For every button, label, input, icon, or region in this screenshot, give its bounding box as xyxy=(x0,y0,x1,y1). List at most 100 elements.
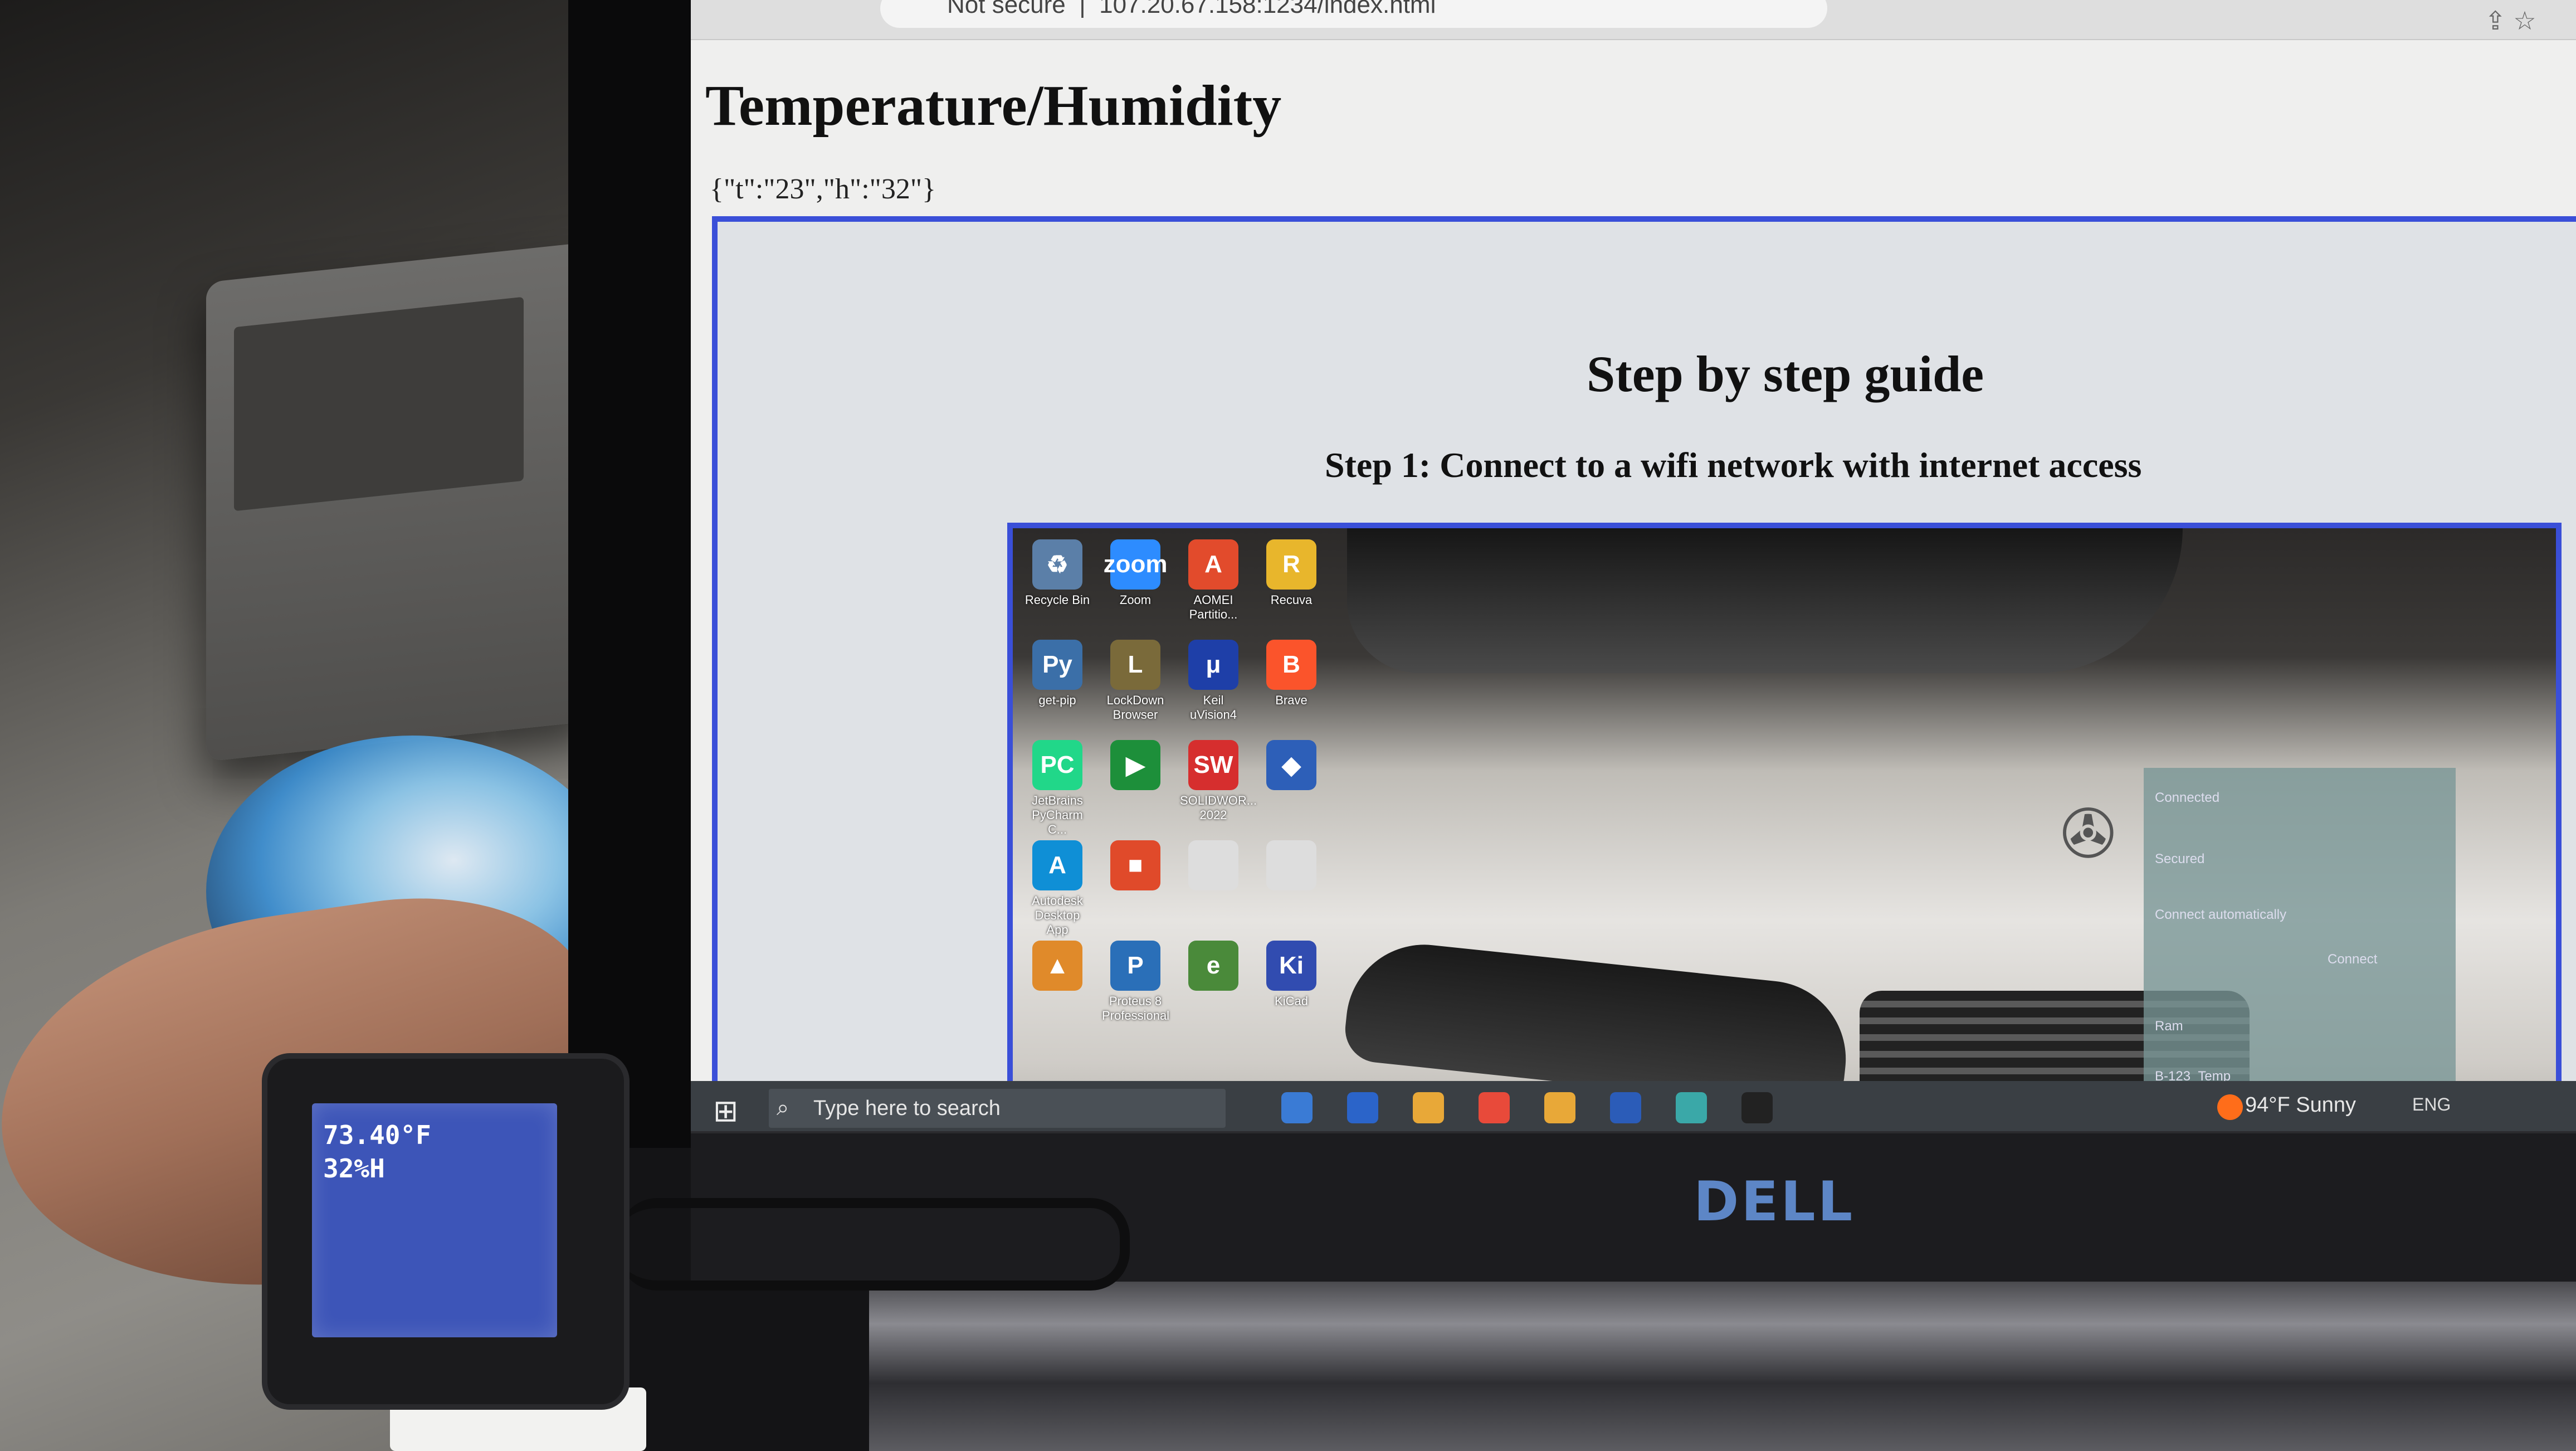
desktop-icon[interactable]: e xyxy=(1180,941,1247,1041)
taskbar-app-icon[interactable] xyxy=(1479,1092,1510,1123)
app-icon: L xyxy=(1110,640,1160,690)
app-icon: B xyxy=(1266,640,1316,690)
app-icon: P xyxy=(1110,941,1160,991)
guide-iframe: Step by step guide Step 1: Connect to a … xyxy=(712,216,2576,1134)
desktop-icon[interactable]: PC JetBrains PyCharm C... xyxy=(1024,740,1091,840)
desktop-icon-label: Zoom xyxy=(1119,593,1152,607)
usb-cable xyxy=(618,1198,1130,1291)
system-tray-lang[interactable]: ENG xyxy=(2412,1094,2451,1115)
desktop-icon[interactable]: ■ xyxy=(1102,840,1169,941)
taskbar-app-icon[interactable] xyxy=(1676,1092,1707,1123)
taskbar-app-icon[interactable] xyxy=(1610,1092,1641,1123)
desktop-icon-label: Autodesk Desktop App xyxy=(1032,894,1083,937)
app-icon: ▶ xyxy=(1110,740,1160,790)
browser-address-bar: Not secure | 107.20.67.158:1234/index.ht… xyxy=(691,0,2576,40)
desktop-icon-label: KiCad xyxy=(1275,994,1308,1008)
desktop-icon-label: Brave xyxy=(1275,693,1307,707)
app-icon: R xyxy=(1266,539,1316,590)
dell-logo: DELL xyxy=(1694,1170,1855,1234)
security-label: Not secure xyxy=(947,0,1066,18)
windows-start-icon[interactable]: ⊞ xyxy=(713,1093,738,1128)
taskbar-app-icon[interactable] xyxy=(1544,1092,1575,1123)
app-icon: A xyxy=(1032,840,1082,890)
car-windshield xyxy=(1347,528,2183,673)
app-icon: Py xyxy=(1032,640,1082,690)
taskbar-apps xyxy=(1281,1081,2117,1134)
page-title: Temperature/Humidity xyxy=(705,74,1282,138)
wifi-auto-connect[interactable]: Connect automatically xyxy=(2155,907,2286,923)
app-icon: ■ xyxy=(1110,840,1160,890)
desktop-icon[interactable]: L LockDown Browser xyxy=(1102,640,1169,740)
url-value: 107.20.67.158:1234/index.html xyxy=(1099,0,1436,18)
desktop-icon[interactable]: A Autodesk Desktop App xyxy=(1024,840,1091,941)
desktop-icon[interactable]: Ki KiCad xyxy=(1258,941,1325,1041)
desktop-icon[interactable] xyxy=(1258,840,1325,941)
app-icon: PC xyxy=(1032,740,1082,790)
guide-step: Step 1: Connect to a wifi network with i… xyxy=(1325,445,2142,485)
json-readout: {"t":"23","h":"32"} xyxy=(710,173,936,205)
desktop-icon-label: JetBrains PyCharm C... xyxy=(1032,793,1083,836)
desktop-icon[interactable]: μ Keil uVision4 xyxy=(1180,640,1247,740)
sensor-humidity: 32%H xyxy=(323,1153,385,1184)
app-icon xyxy=(1266,840,1316,890)
desktop-icon[interactable]: zoom Zoom xyxy=(1102,539,1169,640)
app-icon: μ xyxy=(1188,640,1238,690)
sensor-display: 73.40°F 32%H xyxy=(312,1103,557,1337)
app-icon: zoom xyxy=(1104,539,1167,590)
sensor-device: 73.40°F 32%H xyxy=(267,1059,624,1404)
desktop-icon[interactable]: P Proteus 8 Professional xyxy=(1102,941,1169,1041)
desktop-icon[interactable]: ♻ Recycle Bin xyxy=(1024,539,1091,640)
wifi-network-1[interactable]: Connected xyxy=(2155,790,2219,806)
desktop-icon[interactable]: Py get-pip xyxy=(1024,640,1091,740)
taskbar-app-icon[interactable] xyxy=(1347,1092,1378,1123)
desktop-icons: ♻ Recycle Bin zoom Zoom A AOMEI Partitio... R R… xyxy=(1024,539,1336,1097)
desktop-icon[interactable]: ◆ xyxy=(1258,740,1325,840)
desktop-icon-label: get-pip xyxy=(1038,693,1076,707)
monitor-screen: Not secure | 107.20.67.158:1234/index.ht… xyxy=(691,0,2576,1134)
desktop-icon[interactable]: ▲ xyxy=(1024,941,1091,1041)
taskbar-search[interactable]: ⌕ Type here to search xyxy=(769,1089,1226,1128)
desktop-icon-label: SOLIDWOR... 2022 xyxy=(1180,793,1257,822)
desktop-icon-label: Proteus 8 Professional xyxy=(1102,994,1170,1022)
desktop-icon-label: LockDown Browser xyxy=(1106,693,1164,722)
wifi-connect-button[interactable]: Connect xyxy=(2328,952,2377,967)
desktop-icon-label: Keil uVision4 xyxy=(1190,693,1237,722)
desktop-icon-label: Recycle Bin xyxy=(1024,593,1090,607)
wifi-panel: Connected Secured Connect automatically … xyxy=(2144,768,2456,1134)
guide-title: Step by step guide xyxy=(1587,345,1984,402)
url-text: Not secure | 107.20.67.158:1234/index.ht… xyxy=(947,0,1436,19)
taskbar-app-icon[interactable] xyxy=(1413,1092,1444,1123)
desktop-icon[interactable]: SW SOLIDWOR... 2022 xyxy=(1180,740,1257,840)
taskbar-app-icon[interactable] xyxy=(1741,1092,1773,1123)
desktop-icon[interactable]: B Brave xyxy=(1258,640,1325,740)
app-icon: SW xyxy=(1188,740,1238,790)
desktop-icon-label: Recuva xyxy=(1270,593,1313,607)
search-icon: ⌕ xyxy=(777,1095,789,1120)
wifi-network-2[interactable]: Secured xyxy=(2155,851,2204,867)
app-icon: A xyxy=(1188,539,1238,590)
desktop-icon[interactable] xyxy=(1180,840,1247,941)
mercedes-star-icon: ✇ xyxy=(2060,797,2116,871)
app-icon xyxy=(1188,840,1238,890)
app-icon: e xyxy=(1188,941,1238,991)
monitor-bezel xyxy=(568,0,691,1148)
search-placeholder: Type here to search xyxy=(813,1097,1001,1120)
weather-widget[interactable]: 94°F Sunny xyxy=(2245,1093,2356,1117)
app-icon: ◆ xyxy=(1266,740,1316,790)
desktop-icon[interactable]: R Recuva xyxy=(1258,539,1325,640)
app-icon: ♻ xyxy=(1032,539,1082,590)
desktop-icon-label: AOMEI Partitio... xyxy=(1189,593,1238,621)
desktop-icon[interactable]: A AOMEI Partitio... xyxy=(1180,539,1247,640)
app-icon: ▲ xyxy=(1032,941,1082,991)
app-icon: Ki xyxy=(1266,941,1316,991)
monitor-stand xyxy=(869,1282,2576,1451)
desktop-icon[interactable]: ▶ xyxy=(1102,740,1169,840)
background-laptop-keyboard xyxy=(234,296,524,512)
wifi-network-ram[interactable]: Ram xyxy=(2155,1019,2183,1034)
share-star-icon[interactable]: ⇪ ☆ xyxy=(2485,6,2536,36)
sensor-temperature: 73.40°F xyxy=(323,1120,431,1150)
sun-icon xyxy=(2217,1094,2243,1120)
taskbar: ⊞ ⌕ Type here to search 94°F Sunny ENG xyxy=(691,1081,2576,1134)
taskbar-app-icon[interactable] xyxy=(1281,1092,1313,1123)
desktop-screenshot: ✇ ♻ Recycle Bin zoom Zoom A AOMEI Partitio...… xyxy=(1007,523,2562,1134)
